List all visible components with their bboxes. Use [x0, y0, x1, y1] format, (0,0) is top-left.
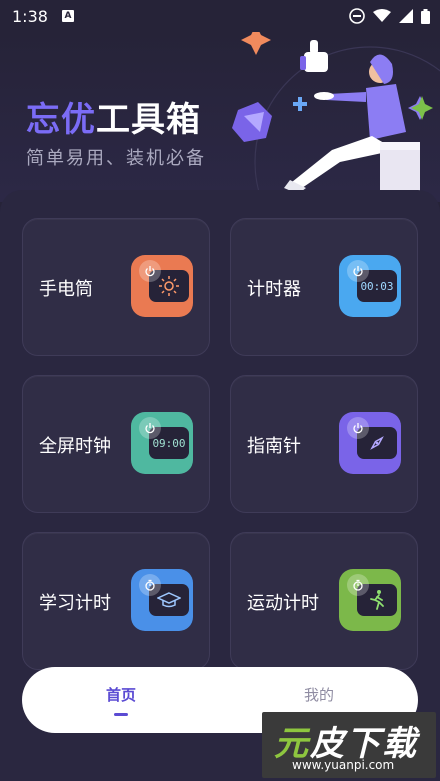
app-title: 忘优工具箱 — [26, 92, 201, 141]
app-subtitle: 简单易用、装机必备 — [26, 148, 206, 169]
hero-banner: 忘优工具箱 简单易用、装机必备 — [0, 32, 440, 202]
tool-card-flashlight[interactable]: 手电筒 — [22, 218, 210, 356]
power-icon — [347, 260, 369, 282]
wifi-icon — [373, 9, 391, 22]
cube-icon — [232, 102, 272, 142]
tool-label: 手电筒 — [39, 279, 93, 300]
tool-card-sports-timer[interactable]: 运动计时 — [230, 532, 418, 670]
tab-home[interactable]: 首页 — [22, 667, 220, 733]
timer-icon: 00:03 — [339, 255, 401, 317]
stopwatch-icon — [139, 574, 161, 596]
status-time: 1:38 — [12, 6, 48, 26]
battery-icon — [421, 8, 430, 24]
sparkle-green-icon — [411, 96, 433, 120]
tools-grid: 手电筒 计时器 00:03 全屏时钟 09:00 指南针 学习计时 运动计时 — [22, 218, 418, 670]
tab-home-label: 首页 — [105, 686, 136, 704]
graduation-cap-icon — [131, 569, 193, 631]
watermark: 元皮下载 www.yuanpi.com — [262, 712, 436, 778]
do-not-disturb-icon — [349, 8, 365, 24]
power-icon — [347, 417, 369, 439]
clock-icon: 09:00 — [131, 412, 193, 474]
tool-label: 学习计时 — [39, 593, 111, 614]
tool-card-study-timer[interactable]: 学习计时 — [22, 532, 210, 670]
active-tab-indicator — [114, 713, 128, 716]
hero-illustration — [232, 32, 440, 202]
tool-card-compass[interactable]: 指南针 — [230, 375, 418, 513]
flashlight-icon — [131, 255, 193, 317]
app-notification-icon: A — [61, 10, 74, 22]
tool-card-fullscreen-clock[interactable]: 全屏时钟 09:00 — [22, 375, 210, 513]
thumbs-up-icon — [300, 40, 328, 72]
stopwatch-icon — [347, 574, 369, 596]
runner-icon — [339, 569, 401, 631]
app-title-part2: 工具箱 — [96, 100, 201, 140]
signal-icon — [399, 9, 413, 23]
power-icon — [139, 260, 161, 282]
tool-label: 计时器 — [247, 279, 301, 300]
tool-label: 全屏时钟 — [39, 436, 111, 457]
compass-icon — [339, 412, 401, 474]
power-icon — [139, 417, 161, 439]
watermark-url: www.yuanpi.com — [292, 758, 395, 772]
tool-label: 指南针 — [247, 436, 301, 457]
tool-card-timer[interactable]: 计时器 00:03 — [230, 218, 418, 356]
sparkle-orange-icon — [241, 32, 271, 55]
app-title-part1: 忘优 — [26, 100, 96, 140]
status-bar: 1:38 A — [0, 0, 440, 32]
tab-mine-label: 我的 — [303, 686, 334, 704]
person-illustration — [284, 54, 420, 202]
tool-label: 运动计时 — [247, 593, 319, 614]
